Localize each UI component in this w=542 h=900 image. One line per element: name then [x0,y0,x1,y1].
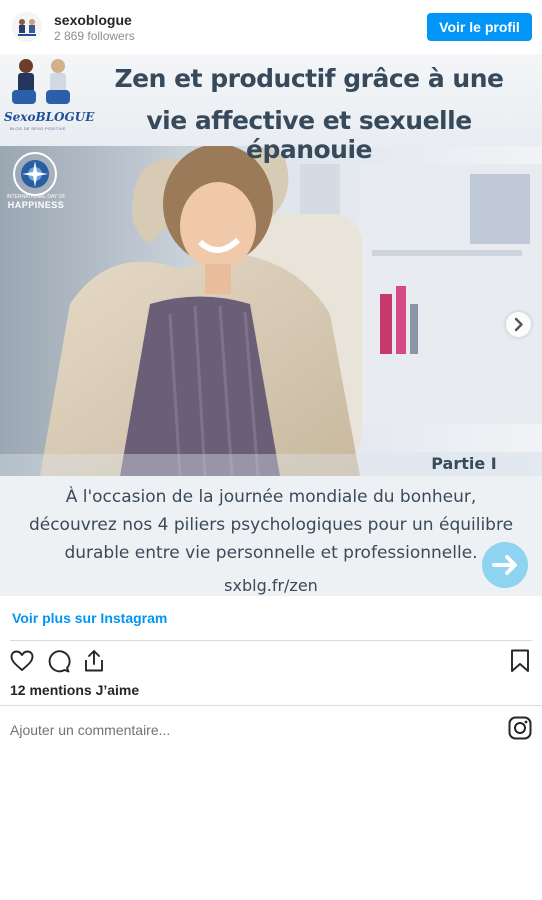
caption-line-1: À l'occasion de la journée mondiale du b… [65,487,477,507]
comment-input[interactable] [10,720,490,740]
instagram-link[interactable] [507,715,533,741]
divider [0,705,542,706]
like-button[interactable] [9,648,35,674]
arrow-button [482,542,528,588]
emblem-text-large: HAPPINESS [7,200,65,210]
heart-icon [10,650,34,671]
arrow-right-icon [492,555,517,575]
bookmark-icon [511,649,529,672]
divider [10,640,532,641]
avatar[interactable] [12,12,42,42]
view-profile-button[interactable]: Voir le profil [427,13,532,41]
username[interactable]: sexoblogue [54,12,132,28]
post-header: sexoblogue 2 869 followers Voir le profi… [0,0,542,54]
instagram-icon [508,716,532,740]
logo-wordmark: SexoBLOGUE [4,110,95,124]
caption-line-3: durable entre vie personnelle et profess… [64,543,478,563]
save-button[interactable] [507,648,533,674]
comment-button[interactable] [45,648,71,674]
comment-bubble-icon [48,650,71,673]
headline-line-1: Zen et productif grâce à une [114,64,504,93]
post-image[interactable]: SexoBLOGUE BLOG DE SEXO POSITIVE Zen et … [0,54,542,596]
carousel-next-button[interactable] [506,312,531,337]
part-label: Partie I [431,454,497,473]
caption-line-2: découvrez nos 4 piliers psychologiques p… [28,515,514,535]
chevron-right-icon [514,317,523,332]
post-url: sxblg.fr/zen [224,576,318,595]
view-more-on-instagram-link[interactable]: Voir plus sur Instagram [12,610,167,626]
logo-subtitle: BLOG DE SEXO POSITIVE [10,126,66,131]
headline-line-2: vie affective et sexuelle épanouie [146,106,472,164]
follower-count: 2 869 followers [54,29,135,43]
like-count[interactable]: 12 mentions J’aime [10,682,139,698]
share-icon [85,650,103,672]
share-button[interactable] [81,648,107,674]
